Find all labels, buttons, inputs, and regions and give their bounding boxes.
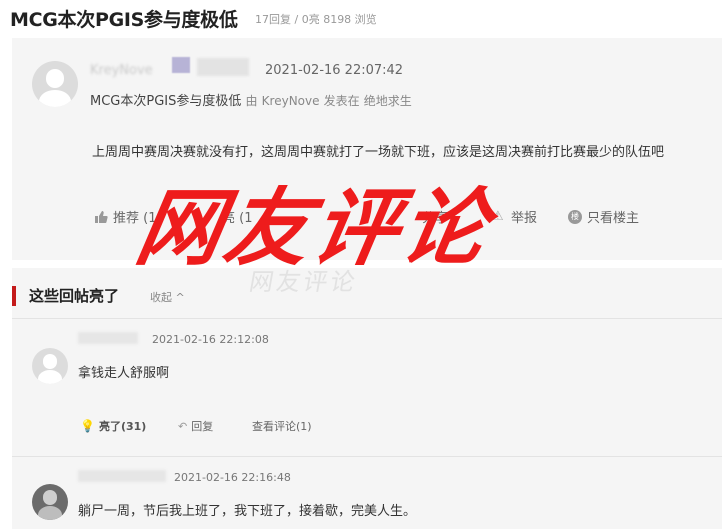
- reply-button[interactable]: ↶ 回复: [178, 418, 213, 434]
- hot-replies-title: 这些回帖亮了: [29, 287, 120, 305]
- reply-author-blurred: [78, 332, 138, 344]
- reply-time: 2021-02-16 22:12:08: [152, 333, 269, 346]
- post-time: 2021-02-16 22:07:42: [265, 63, 404, 78]
- author-badge: [172, 57, 190, 73]
- thread-stats: 17回复 / 0亮 8198 浏览: [255, 13, 377, 26]
- divider: [12, 456, 722, 457]
- post-body: 上周周中赛周决赛就没有打，这周周中赛就打了一场就下班，应该是这周决赛前打比赛最少…: [92, 145, 665, 160]
- light-reply-button[interactable]: 💡 亮了(31): [80, 418, 146, 434]
- collapse-toggle[interactable]: 收起 ^: [150, 289, 185, 305]
- op-icon: 楼: [568, 209, 582, 224]
- thumb-up-icon: [95, 210, 108, 223]
- only-op-button[interactable]: 楼 只看楼主: [568, 207, 639, 226]
- post-subtitle: MCG本次PGIS参与度极低 由 KreyNove 发表在 绝地求生: [90, 90, 412, 109]
- view-comments-button[interactable]: 查看评论(1): [252, 418, 312, 434]
- view-comments-label: 查看评论(1): [252, 420, 312, 433]
- subtitle-board[interactable]: 绝地求生: [364, 94, 412, 108]
- reply-label: 回复: [191, 420, 214, 433]
- watermark-overlay: 网友评论: [129, 179, 499, 277]
- author-name[interactable]: KreyNove: [90, 63, 153, 78]
- divider: [12, 318, 722, 319]
- section-accent-bar: [12, 286, 16, 306]
- hot-replies-section: 这些回帖亮了 收起 ^ 2021-02-16 22:12:08 拿钱走人舒服啊 …: [12, 268, 722, 529]
- report-label: 举报: [511, 211, 538, 226]
- reply-avatar[interactable]: [32, 484, 68, 520]
- subtitle-in: 发表在: [323, 94, 360, 108]
- reply-text: 躺尸一周，节后我上班了，我下班了，接着歇，完美人生。: [78, 504, 417, 519]
- report-icon: ⚠: [492, 208, 504, 224]
- reply-avatar[interactable]: [32, 348, 68, 384]
- lightbulb-icon: 💡: [80, 419, 95, 433]
- reply-author-blurred: [78, 470, 166, 482]
- reply-arrow-icon: ↶: [178, 419, 188, 433]
- reply-time: 2021-02-16 22:16:48: [174, 471, 291, 484]
- author-avatar[interactable]: [32, 61, 78, 107]
- light-reply-label: 亮了(31): [98, 420, 147, 433]
- only-op-label: 只看楼主: [587, 211, 640, 226]
- reply-text: 拿钱走人舒服啊: [78, 366, 170, 381]
- report-button[interactable]: ⚠ 举报: [492, 207, 537, 226]
- subtitle-title: MCG本次PGIS参与度极低: [90, 94, 242, 109]
- thread-title[interactable]: MCG本次PGIS参与度极低: [10, 5, 238, 32]
- subtitle-author[interactable]: KreyNove: [262, 94, 320, 108]
- author-level: [197, 58, 249, 76]
- thread-header: MCG本次PGIS参与度极低 17回复 / 0亮 8198 浏览: [0, 0, 722, 36]
- subtitle-by: 由: [245, 94, 258, 108]
